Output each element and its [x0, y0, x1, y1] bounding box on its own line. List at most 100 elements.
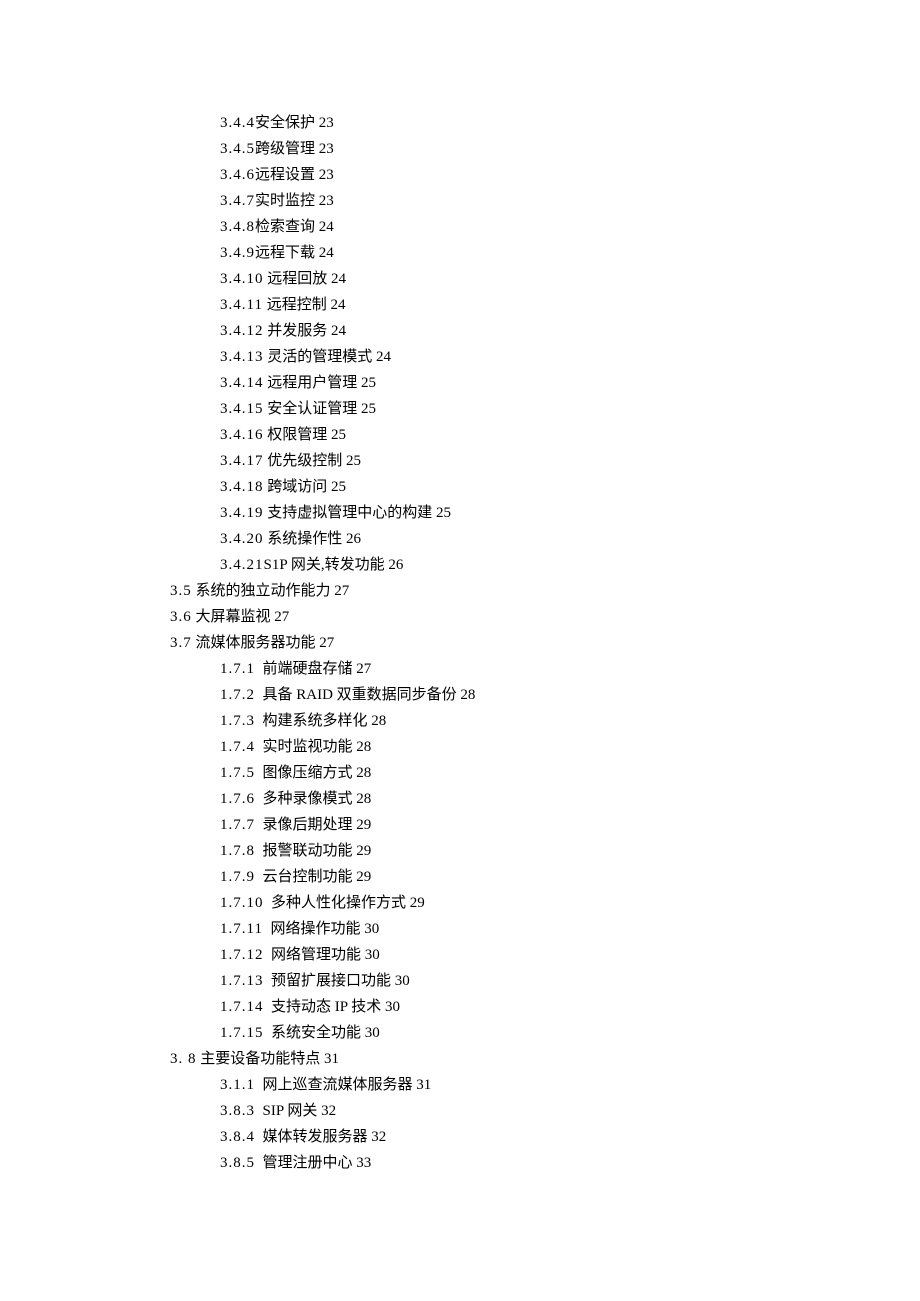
- toc-number: 3.4.11: [220, 297, 263, 313]
- toc-title: 安全保护: [255, 115, 315, 131]
- toc-title: 并发服务: [267, 323, 327, 339]
- toc-title: 远程回放: [267, 271, 327, 287]
- toc-page-number: 30: [365, 947, 380, 963]
- toc-entry: 3.4.21S1P 网关,转发功能 26: [170, 552, 920, 578]
- toc-title: 构建系统多样化: [259, 713, 368, 729]
- toc-entry: 3.4.7实时监控 23: [170, 188, 920, 214]
- toc-page-number: 28: [356, 765, 371, 781]
- toc-entry: 3.6 大屏幕监视 27: [170, 604, 920, 630]
- toc-entry: 1.7.10 多种人性化操作方式 29: [170, 890, 920, 916]
- toc-page-number: 27: [356, 661, 371, 677]
- toc-page-number: 25: [331, 479, 346, 495]
- toc-title: 远程设置: [255, 167, 315, 183]
- toc-number: 3.4.6: [220, 167, 255, 183]
- toc-number: 3.4.18: [220, 479, 264, 495]
- toc-page-number: 30: [364, 921, 379, 937]
- toc-title: 检索查询: [255, 219, 315, 235]
- toc-number: 3.6: [170, 609, 192, 625]
- toc-entry: 1.7.15 系统安全功能 30: [170, 1020, 920, 1046]
- toc-page: 3.4.4安全保护 233.4.5跨级管理 233.4.6远程设置 233.4.…: [0, 0, 920, 1176]
- toc-title: 网络管理功能: [267, 947, 361, 963]
- toc-page-number: 23: [319, 115, 334, 131]
- toc-number: 3.8.5: [220, 1155, 255, 1171]
- toc-title: 大屏幕监视: [196, 609, 271, 625]
- toc-entry: 1.7.6 多种录像模式 28: [170, 786, 920, 812]
- toc-page-number: 25: [331, 427, 346, 443]
- toc-entry: 3.7 流媒体服务器功能 27: [170, 630, 920, 656]
- toc-title: 系统安全功能: [267, 1025, 361, 1041]
- toc-page-number: 31: [416, 1077, 431, 1093]
- toc-title: 实时监视功能: [259, 739, 353, 755]
- toc-title: 安全认证管理: [267, 401, 357, 417]
- toc-title: 跨级管理: [255, 141, 315, 157]
- toc-title: 前端硬盘存储: [259, 661, 353, 677]
- toc-title: 多种录像模式: [259, 791, 353, 807]
- toc-title: S1P 网关,转发功能: [264, 557, 385, 573]
- toc-title: 实时监控: [255, 193, 315, 209]
- toc-entry: 3.4.5跨级管理 23: [170, 136, 920, 162]
- toc-entry: 1.7.7 录像后期处理 29: [170, 812, 920, 838]
- toc-number: 1.7.4: [220, 739, 255, 755]
- toc-page-number: 28: [356, 739, 371, 755]
- toc-title: 网上巡查流媒体服务器: [259, 1077, 413, 1093]
- toc-title: 系统操作性: [267, 531, 342, 547]
- toc-title: 主要设备功能特点: [200, 1051, 320, 1067]
- toc-number: 1.7.9: [220, 869, 255, 885]
- toc-number: 1.7.5: [220, 765, 255, 781]
- toc-title: SIP 网关: [259, 1103, 318, 1119]
- toc-entry: 3.5 系统的独立动作能力 27: [170, 578, 920, 604]
- toc-number: 3.7: [170, 635, 192, 651]
- toc-entry: 3.4.14 远程用户管理 25: [170, 370, 920, 396]
- toc-title: 灵活的管理模式: [267, 349, 372, 365]
- toc-title: 媒体转发服务器: [259, 1129, 368, 1145]
- toc-page-number: 33: [356, 1155, 371, 1171]
- toc-title: 图像压缩方式: [259, 765, 353, 781]
- toc-page-number: 26: [346, 531, 361, 547]
- toc-number: 1.7.12: [220, 947, 264, 963]
- toc-entry: 3.4.16 权限管理 25: [170, 422, 920, 448]
- toc-number: 3.4.21: [220, 557, 264, 573]
- toc-number: 1.7.10: [220, 895, 264, 911]
- toc-number: 1.7.14: [220, 999, 264, 1015]
- toc-number: 3.4.12: [220, 323, 264, 339]
- toc-entry: 1.7.5 图像压缩方式 28: [170, 760, 920, 786]
- toc-page-number: 27: [334, 583, 349, 599]
- toc-page-number: 28: [356, 791, 371, 807]
- toc-number: 1.7.13: [220, 973, 264, 989]
- toc-page-number: 23: [319, 141, 334, 157]
- toc-page-number: 29: [356, 843, 371, 859]
- toc-number: 3.4.19: [220, 505, 264, 521]
- toc-page-number: 24: [330, 297, 345, 313]
- toc-entry: 3.4.17 优先级控制 25: [170, 448, 920, 474]
- toc-page-number: 32: [321, 1103, 336, 1119]
- toc-number: 3.4.8: [220, 219, 255, 235]
- toc-title: 权限管理: [267, 427, 327, 443]
- toc-entry: 3.4.9远程下载 24: [170, 240, 920, 266]
- toc-entry: 3.4.19 支持虚拟管理中心的构建 25: [170, 500, 920, 526]
- toc-number: 1.7.2: [220, 687, 255, 703]
- toc-title: 流媒体服务器功能: [196, 635, 316, 651]
- toc-page-number: 23: [319, 167, 334, 183]
- toc-title: 支持动态 IP 技术: [267, 999, 381, 1015]
- toc-page-number: 24: [319, 219, 334, 235]
- toc-title: 网络操作功能: [267, 921, 361, 937]
- toc-number: 1.7.11: [220, 921, 263, 937]
- toc-number: 3.4.9: [220, 245, 255, 261]
- toc-page-number: 27: [319, 635, 334, 651]
- toc-number: 1.7.15: [220, 1025, 264, 1041]
- toc-title: 系统的独立动作能力: [196, 583, 331, 599]
- toc-entry: 3.1.1 网上巡查流媒体服务器 31: [170, 1072, 920, 1098]
- toc-page-number: 24: [319, 245, 334, 261]
- toc-page-number: 25: [436, 505, 451, 521]
- toc-entry: 3.4.13 灵活的管理模式 24: [170, 344, 920, 370]
- toc-number: 3.4.4: [220, 115, 255, 131]
- toc-title: 跨域访问: [267, 479, 327, 495]
- toc-number: 1.7.7: [220, 817, 255, 833]
- toc-page-number: 30: [365, 1025, 380, 1041]
- toc-entry: 3.8.3 SIP 网关 32: [170, 1098, 920, 1124]
- toc-entry: 3.4.15 安全认证管理 25: [170, 396, 920, 422]
- toc-page-number: 32: [371, 1129, 386, 1145]
- toc-page-number: 31: [324, 1051, 339, 1067]
- toc-page-number: 24: [376, 349, 391, 365]
- toc-title: 远程控制: [267, 297, 327, 313]
